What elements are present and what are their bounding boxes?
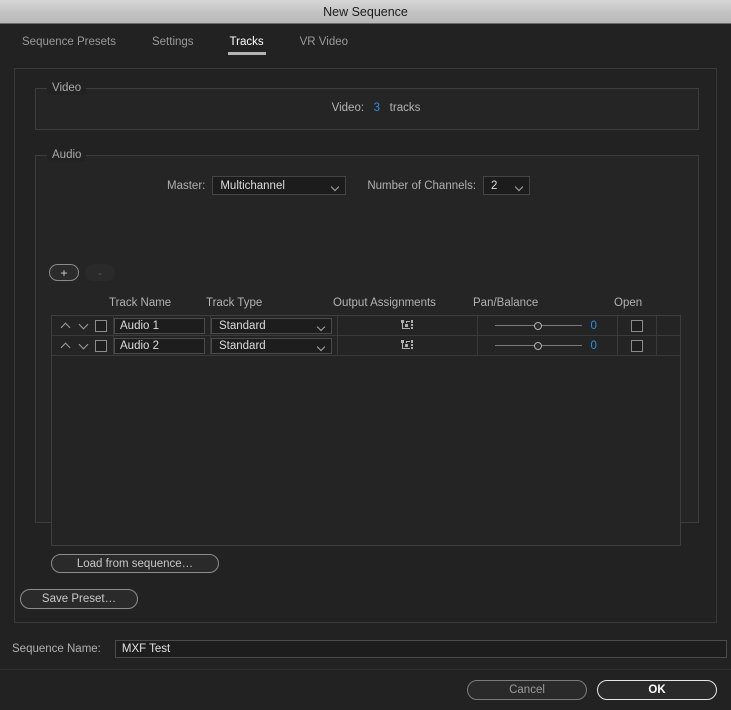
tab-sequence-presets[interactable]: Sequence Presets (22, 36, 116, 55)
video-tracks-row: Video: 3 tracks (36, 102, 698, 114)
column-header-output-assignments: Output Assignments (333, 297, 436, 309)
pan-balance-value[interactable]: 0 (591, 320, 601, 332)
slider-knob[interactable] (534, 321, 542, 330)
chevron-down-icon (318, 324, 325, 328)
track-select-checkbox[interactable] (95, 339, 107, 352)
dialog-footer: Cancel OK (0, 669, 731, 710)
slider-knob[interactable] (534, 341, 542, 350)
sequence-name-label: Sequence Name: (12, 643, 101, 655)
chevron-up-icon[interactable] (59, 319, 72, 332)
number-of-channels-select[interactable]: 2 (483, 176, 531, 195)
track-name-cell (114, 316, 211, 335)
open-checkbox[interactable] (631, 319, 643, 332)
pan-balance-cell: 0 (478, 336, 618, 355)
plus-icon: + (60, 265, 68, 280)
cancel-button[interactable]: Cancel (467, 680, 587, 700)
video-track-count[interactable]: 3 (374, 102, 380, 114)
tracks-panel: Video Video: 3 tracks Audio Master: Mult… (14, 68, 717, 623)
ok-button[interactable]: OK (597, 680, 717, 700)
open-cell (618, 316, 657, 335)
window-title: New Sequence (323, 4, 408, 19)
routing-icon (401, 339, 413, 349)
window-titlebar: New Sequence (0, 0, 731, 24)
track-type-value: Standard (219, 339, 266, 352)
tab-bar: Sequence Presets Settings Tracks VR Vide… (0, 24, 731, 55)
chevron-down-icon (318, 344, 325, 348)
tab-settings[interactable]: Settings (152, 36, 194, 55)
master-select[interactable]: Multichannel (212, 176, 347, 195)
column-header-open: Open (614, 297, 643, 309)
chevron-up-icon[interactable] (59, 339, 72, 352)
number-of-channels-label: Number of Channels: (367, 179, 477, 192)
track-type-cell: Standard (211, 336, 338, 355)
track-type-cell: Standard (211, 316, 338, 335)
track-table-headers: Track Name Track Type Output Assignments… (36, 297, 698, 311)
track-reorder-cell (52, 336, 114, 355)
audio-group: Audio Master: Multichannel Number of Cha… (35, 149, 699, 573)
pan-balance-slider[interactable] (494, 320, 582, 332)
table-row[interactable]: Standard (52, 316, 680, 336)
tab-label: Sequence Presets (22, 36, 116, 48)
video-group: Video Video: 3 tracks (35, 82, 699, 130)
row-tail-cell (657, 316, 680, 335)
load-from-sequence-button[interactable]: Load from sequence… (51, 554, 219, 573)
video-group-label: Video (47, 82, 87, 95)
pan-balance-cell: 0 (478, 316, 618, 335)
routing-icon (401, 319, 413, 329)
chevron-down-icon[interactable] (77, 339, 90, 352)
pan-balance-slider[interactable] (494, 340, 582, 352)
master-label: Master: (167, 179, 206, 192)
cancel-label: Cancel (509, 684, 545, 696)
ok-label: OK (648, 684, 666, 696)
chevron-down-icon[interactable] (77, 319, 90, 332)
tab-vr-video[interactable]: VR Video (300, 36, 348, 55)
track-select-checkbox[interactable] (95, 319, 107, 332)
save-preset-button[interactable]: Save Preset… (20, 589, 138, 609)
load-from-sequence-label: Load from sequence… (76, 557, 194, 570)
chevron-down-icon (516, 184, 523, 188)
track-type-select[interactable]: Standard (211, 337, 332, 354)
track-name-cell (114, 336, 211, 355)
output-assignment-cell[interactable] (338, 316, 478, 335)
save-preset-label: Save Preset… (41, 593, 117, 605)
audio-group-label: Audio (47, 149, 87, 162)
track-name-input[interactable] (114, 317, 205, 334)
number-of-channels-value: 2 (491, 179, 498, 192)
minus-icon: - (98, 265, 102, 280)
pan-balance-value[interactable]: 0 (591, 340, 601, 352)
tab-label: Tracks (229, 36, 264, 48)
column-header-track-name: Track Name (109, 297, 172, 309)
output-assignment-cell[interactable] (338, 336, 478, 355)
column-header-track-type: Track Type (206, 297, 263, 309)
chevron-down-icon (332, 184, 339, 188)
add-track-button[interactable]: + (49, 264, 79, 281)
audio-track-list[interactable]: Standard (51, 315, 681, 546)
sequence-name-row: Sequence Name: (12, 640, 727, 658)
master-select-value: Multichannel (220, 179, 285, 192)
tab-tracks[interactable]: Tracks (227, 36, 266, 55)
track-add-remove-controls: + - (49, 264, 115, 281)
tab-label: Settings (151, 36, 194, 48)
video-tracks-label: Video: (331, 102, 365, 114)
track-name-input[interactable] (114, 337, 205, 354)
track-type-select[interactable]: Standard (211, 317, 332, 334)
audio-master-row: Master: Multichannel Number of Channels:… (167, 176, 531, 195)
open-checkbox[interactable] (631, 339, 643, 352)
video-tracks-unit: tracks (389, 102, 421, 114)
column-header-pan-balance: Pan/Balance (473, 297, 539, 309)
remove-track-button[interactable]: - (85, 264, 115, 281)
sequence-name-input[interactable] (114, 640, 727, 658)
table-row[interactable]: Standard (52, 336, 680, 356)
track-reorder-cell (52, 316, 114, 335)
tab-label: VR Video (299, 36, 349, 48)
track-type-value: Standard (219, 319, 266, 332)
row-tail-cell (657, 336, 680, 355)
open-cell (618, 336, 657, 355)
